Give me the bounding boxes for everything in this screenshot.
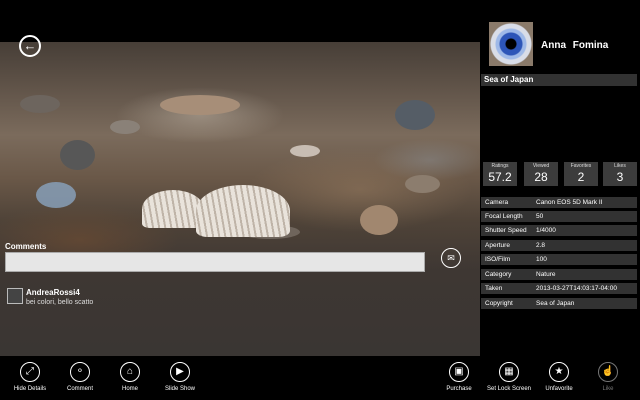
property-row: Shutter Speed 1/4000 xyxy=(481,225,637,236)
property-label: Copyright xyxy=(485,300,513,307)
purchase-button[interactable]: ▣ Purchase xyxy=(434,362,484,392)
stat-value: 28 xyxy=(534,170,548,184)
shopping-bag-icon: ▣ xyxy=(449,362,469,382)
stat-value: 57.2 xyxy=(488,170,512,184)
home-label: Home xyxy=(121,386,138,392)
pebble xyxy=(36,182,76,208)
property-value: Sea of Japan xyxy=(536,300,575,307)
property-value: Canon EOS 5D Mark II xyxy=(536,199,603,206)
set-lock-screen-label: Set Lock Screen xyxy=(486,386,532,392)
photo-title: Sea of Japan xyxy=(481,74,637,86)
send-comment-icon: ✉ xyxy=(447,252,455,263)
pebble xyxy=(360,205,398,235)
back-button[interactable]: ← xyxy=(19,35,41,57)
property-row: ISO/Film 100 xyxy=(481,254,637,265)
send-comment-button[interactable]: ✉ xyxy=(441,248,461,268)
stat-value: 2 xyxy=(577,170,585,184)
pebble xyxy=(60,140,95,170)
stat-likes: Likes 3 xyxy=(603,162,637,186)
pebble xyxy=(405,175,440,193)
comment-author[interactable]: AndreaRossi4 xyxy=(26,288,80,297)
comment-button[interactable]: ⚬ Comment xyxy=(55,362,105,392)
property-value: 1/4000 xyxy=(536,227,556,234)
fullscreen-icon: ⤢ xyxy=(20,362,40,382)
author-name[interactable]: Anna Fomina xyxy=(541,40,608,51)
property-value: 2013-03-27T14:03:17-04:00 xyxy=(536,285,617,292)
pebble xyxy=(20,95,60,113)
home-button[interactable]: ⌂ Home xyxy=(105,362,155,392)
play-icon: ▶ xyxy=(170,362,190,382)
comment-label: Comment xyxy=(66,386,93,392)
pebble xyxy=(110,120,140,134)
slide-show-label: Slide Show xyxy=(164,386,196,392)
hide-details-label: Hide Details xyxy=(13,386,47,392)
property-row: Focal Length 50 xyxy=(481,211,637,222)
property-row: Taken 2013-03-27T14:03:17-04:00 xyxy=(481,283,637,294)
comment-text: bei colori, bello scatto xyxy=(26,299,94,306)
stat-ratings: Ratings 57.2 xyxy=(483,162,517,186)
property-row: Copyright Sea of Japan xyxy=(481,298,637,309)
stat-value: 3 xyxy=(616,170,624,184)
commenter-avatar xyxy=(7,288,23,304)
stat-label: Ratings xyxy=(491,163,509,169)
stat-viewed: Viewed 28 xyxy=(524,162,558,186)
property-label: Category xyxy=(485,271,512,278)
home-icon: ⌂ xyxy=(120,362,140,382)
pebble xyxy=(160,95,240,115)
property-value: Nature xyxy=(536,271,556,278)
comment-input[interactable] xyxy=(5,252,425,272)
property-value: 100 xyxy=(536,256,547,263)
property-label: Shutter Speed xyxy=(485,227,527,234)
star-icon: ★ xyxy=(549,362,569,382)
slide-show-button[interactable]: ▶ Slide Show xyxy=(155,362,205,392)
top-bar xyxy=(0,0,480,42)
seashell xyxy=(196,185,290,237)
set-lock-screen-button[interactable]: ▦ Set Lock Screen xyxy=(484,362,534,392)
property-value: 2.8 xyxy=(536,242,546,249)
lock-screen-icon: ▦ xyxy=(499,362,519,382)
property-label: Focal Length xyxy=(485,213,523,220)
pebble xyxy=(395,100,435,130)
hide-details-button[interactable]: ⤢ Hide Details xyxy=(5,362,55,392)
seashell xyxy=(142,190,204,228)
property-label: Aperture xyxy=(485,242,510,249)
thumbs-up-icon: ☝ xyxy=(598,362,618,382)
stat-favorites: Favorites 2 xyxy=(564,162,598,186)
property-value: 50 xyxy=(536,213,544,220)
purchase-label: Purchase xyxy=(446,386,472,392)
back-arrow-icon: ← xyxy=(23,38,37,53)
property-label: Taken xyxy=(485,285,503,292)
property-row: Camera Canon EOS 5D Mark II xyxy=(481,197,637,208)
property-label: ISO/Film xyxy=(485,256,511,263)
stat-label: Favorites xyxy=(570,163,592,169)
speech-bubble-icon: ⚬ xyxy=(70,362,90,382)
property-row: Category Nature xyxy=(481,269,637,280)
like-button[interactable]: ☝ Like xyxy=(583,362,633,392)
stat-label: Viewed xyxy=(532,163,550,169)
author-avatar[interactable] xyxy=(489,22,533,66)
pebble xyxy=(290,145,320,157)
unfavorite-button[interactable]: ★ Unfavorite xyxy=(534,362,584,392)
like-label: Like xyxy=(602,386,614,392)
unfavorite-label: Unfavorite xyxy=(545,386,573,392)
stat-label: Likes xyxy=(614,163,626,169)
property-row: Aperture 2.8 xyxy=(481,240,637,251)
property-label: Camera xyxy=(485,199,509,206)
comments-label: Comments xyxy=(5,242,47,251)
